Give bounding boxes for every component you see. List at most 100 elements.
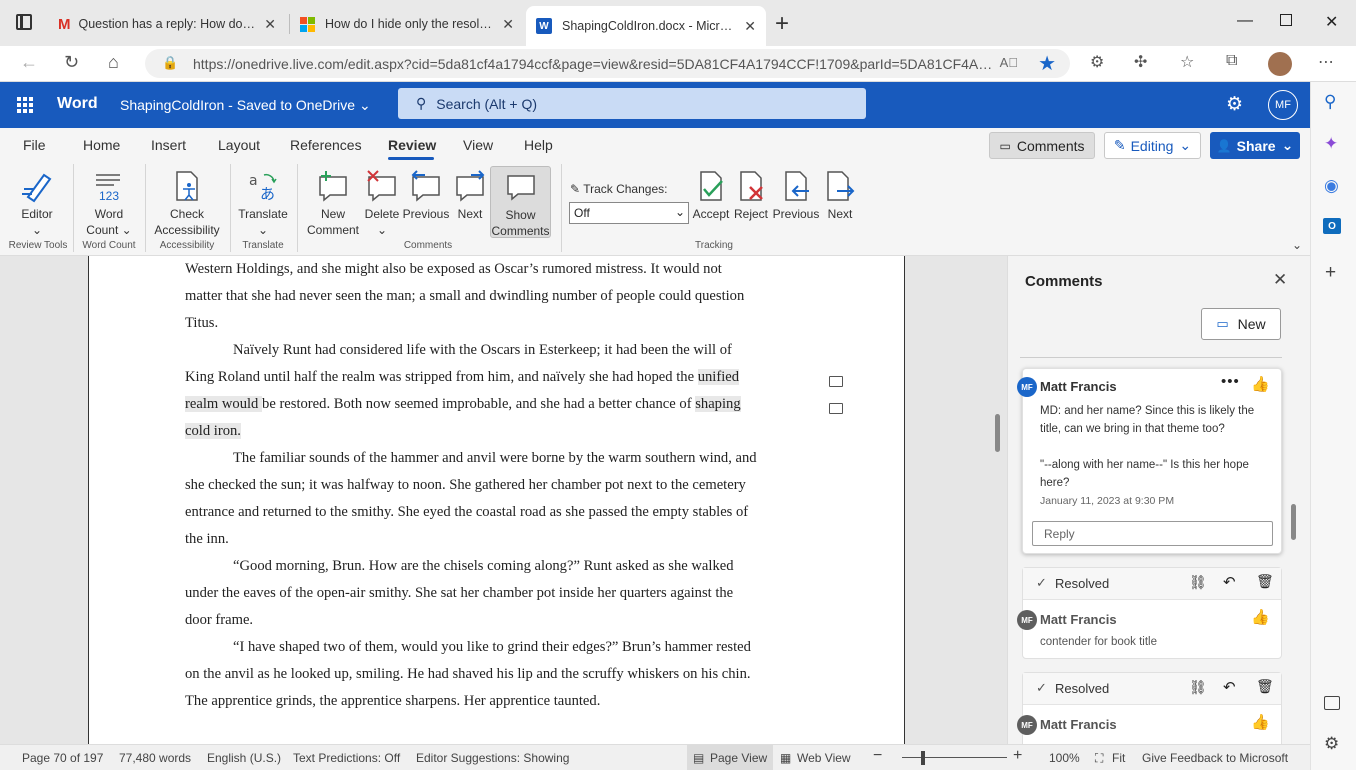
previous-change-button[interactable]: Previous — [772, 166, 820, 222]
tab-review[interactable]: Review — [388, 137, 436, 153]
favorite-star-icon[interactable]: ★ — [1038, 51, 1056, 76]
comments-scrollbar[interactable] — [1291, 504, 1296, 540]
comments-button[interactable]: ▭ Comments — [989, 132, 1095, 159]
delete-comment-button[interactable]: Delete ⌄ — [362, 166, 402, 238]
more-menu-icon[interactable]: ⋯ — [1318, 52, 1334, 72]
zoom-slider-thumb[interactable] — [921, 751, 925, 765]
new-comment-pane-button[interactable]: ▭ New — [1201, 308, 1281, 340]
fit-button[interactable]: Fit — [1112, 751, 1125, 765]
delete-icon[interactable]: 🗑 — [1256, 573, 1274, 590]
more-options-icon[interactable]: ••• — [1221, 373, 1240, 390]
profile-avatar[interactable] — [1268, 52, 1292, 76]
accept-change-button[interactable]: Accept — [691, 166, 731, 222]
sidebar-toggle-icon[interactable] — [1324, 696, 1340, 710]
add-icon[interactable]: + — [1325, 262, 1336, 284]
app-launcher-icon[interactable] — [17, 97, 33, 113]
home-icon[interactable]: ⌂ — [108, 52, 119, 73]
new-comment-button[interactable]: New Comment — [304, 166, 362, 238]
resolved-comment-card[interactable]: ✓ Resolved ⛓ ↶ 🗑 MF Matt Francis 👍 conte… — [1017, 567, 1282, 659]
zoom-out-icon[interactable]: − — [873, 747, 882, 765]
puzzle-extensions-icon[interactable]: ✣ — [1134, 52, 1147, 72]
outlook-icon[interactable]: O — [1323, 218, 1341, 234]
tab-layout[interactable]: Layout — [218, 137, 260, 153]
user-avatar[interactable]: MF — [1268, 90, 1298, 120]
close-tab-icon[interactable]: ✕ — [744, 18, 756, 35]
read-aloud-icon[interactable]: A᪲ — [1000, 55, 1018, 70]
close-pane-icon[interactable]: ✕ — [1273, 270, 1287, 290]
tab-home[interactable]: Home — [83, 137, 120, 153]
comment-text: MD: and her name? Since this is likely t… — [1040, 405, 1255, 435]
document-line: “Good morning, Brun. How are the chisels… — [233, 558, 734, 574]
settings-gear-icon[interactable]: ⚙ — [1226, 93, 1243, 116]
comment-marker-icon[interactable] — [829, 403, 843, 414]
back-icon[interactable]: ← — [20, 52, 38, 73]
browser-tab-microsoft[interactable]: How do I hide only the resolved ✕ — [290, 8, 524, 40]
previous-comment-button[interactable]: Previous — [402, 166, 450, 222]
track-changes-select[interactable]: Off ⌄ — [569, 202, 689, 224]
collections-icon[interactable]: ⧉ — [1226, 52, 1237, 70]
reject-change-button[interactable]: Reject — [732, 166, 770, 222]
app-name[interactable]: Word — [57, 95, 98, 113]
search-icon[interactable]: ⚲ — [1324, 92, 1336, 112]
extension-icon[interactable]: ⚙ — [1090, 52, 1104, 72]
share-button[interactable]: 👤 Share ⌄ — [1210, 132, 1300, 159]
copilot-icon[interactable]: ✦ — [1324, 134, 1338, 154]
like-icon[interactable]: 👍 — [1251, 713, 1270, 731]
document-page[interactable]: Western Holdings, and she might also be … — [88, 256, 905, 744]
group-label-tracking: Tracking — [695, 240, 733, 251]
tab-references[interactable]: References — [290, 137, 362, 153]
page-indicator[interactable]: Page 70 of 197 — [22, 751, 103, 765]
reopen-icon[interactable]: ↶ — [1223, 678, 1236, 696]
document-scrollbar[interactable] — [995, 414, 1000, 452]
settings-icon[interactable]: ⚙ — [1324, 734, 1339, 754]
tab-actions-icon[interactable] — [16, 14, 32, 30]
close-tab-icon[interactable]: ✕ — [502, 16, 514, 33]
like-icon[interactable]: 👍 — [1251, 608, 1270, 626]
tab-view[interactable]: View — [463, 137, 493, 153]
favorites-icon[interactable]: ☆ — [1180, 52, 1194, 72]
zoom-level[interactable]: 100% — [1049, 751, 1080, 765]
reply-input[interactable]: Reply — [1032, 521, 1273, 546]
close-window-icon[interactable]: ✕ — [1325, 12, 1338, 32]
like-icon[interactable]: 👍 — [1251, 375, 1270, 393]
zoom-slider-track[interactable] — [902, 757, 1007, 758]
show-comments-button[interactable]: Show Comments — [490, 166, 551, 238]
reopen-icon[interactable]: ↶ — [1223, 573, 1236, 591]
page-view-label: Page View — [710, 751, 768, 765]
minimize-icon[interactable]: — — [1237, 12, 1253, 30]
browser-tab-word[interactable]: W ShapingColdIron.docx - Microsof ✕ — [526, 6, 766, 46]
document-title[interactable]: ShapingColdIron - Saved to OneDrive ⌄ — [120, 97, 371, 114]
next-change-button[interactable]: Next — [822, 166, 858, 222]
tab-file[interactable]: File — [23, 137, 46, 153]
close-tab-icon[interactable]: ✕ — [264, 16, 276, 33]
word-count-status[interactable]: 77,480 words — [119, 751, 191, 765]
maximize-icon[interactable] — [1280, 14, 1292, 26]
text-predictions-status[interactable]: Text Predictions: Off — [293, 751, 400, 765]
new-tab-button[interactable]: + — [775, 10, 789, 38]
comment-marker-icon[interactable] — [829, 376, 843, 387]
next-comment-button[interactable]: Next — [452, 166, 488, 222]
check-accessibility-button[interactable]: Check Accessibility — [152, 166, 222, 238]
zoom-in-icon[interactable]: + — [1013, 747, 1022, 765]
resolved-comment-card[interactable]: ✓ Resolved ⛓ ↶ 🗑 MF Matt Francis 👍 — [1017, 672, 1282, 744]
editing-mode-button[interactable]: ✎ Editing ⌄ — [1104, 132, 1201, 159]
editor-suggestions-status[interactable]: Editor Suggestions: Showing — [416, 751, 569, 765]
link-icon[interactable]: ⛓ — [1189, 679, 1207, 696]
web-view-button[interactable]: Web View — [797, 751, 851, 765]
feedback-link[interactable]: Give Feedback to Microsoft — [1142, 751, 1288, 765]
url-bar[interactable]: 🔒 https://onedrive.live.com/edit.aspx?ci… — [145, 49, 1070, 78]
comment-card[interactable]: MF Matt Francis ••• 👍 MD: and her name? … — [1017, 368, 1282, 554]
tab-insert[interactable]: Insert — [151, 137, 186, 153]
collapse-ribbon-icon[interactable]: ⌄ — [1292, 238, 1302, 252]
word-count-button[interactable]: 123 Word Count ⌄ — [84, 166, 134, 238]
office-icon[interactable]: ◉ — [1324, 176, 1339, 196]
browser-tab-gmail[interactable]: M Question has a reply: How do I h ✕ — [48, 8, 286, 40]
delete-icon[interactable]: 🗑 — [1256, 678, 1274, 695]
translate-button[interactable]: aあ Translate ⌄ — [236, 166, 290, 238]
link-icon[interactable]: ⛓ — [1189, 574, 1207, 591]
language-status[interactable]: English (U.S.) — [207, 751, 281, 765]
tab-help[interactable]: Help — [524, 137, 553, 153]
editor-button[interactable]: Editor ⌄ — [14, 166, 60, 238]
refresh-icon[interactable]: ↻ — [64, 52, 79, 73]
search-box[interactable]: ⚲ Search (Alt + Q) — [398, 88, 866, 119]
